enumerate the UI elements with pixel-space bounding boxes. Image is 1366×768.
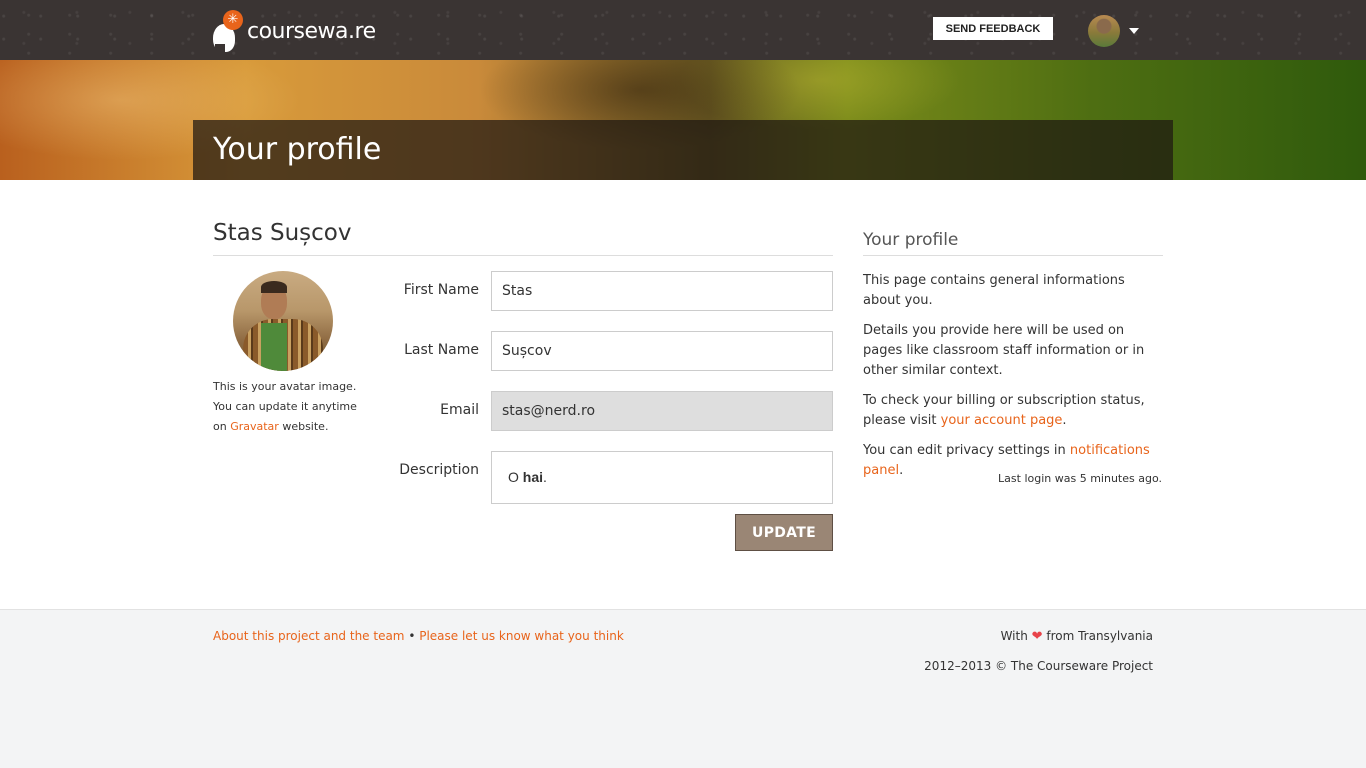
gravatar-link[interactable]: Gravatar xyxy=(230,420,279,433)
avatar-note-text-end: website. xyxy=(278,420,329,433)
logo-text: coursewa.re xyxy=(247,18,376,44)
footer-links: About this project and the team • Please… xyxy=(213,629,624,643)
avatar-note: This is your avatar image. You can updat… xyxy=(213,377,363,437)
profile-name-heading: Stas Sușcov xyxy=(213,220,833,256)
update-button[interactable]: UPDATE xyxy=(735,514,833,551)
chevron-down-icon[interactable] xyxy=(1129,28,1139,34)
sidebar-p4-text: You can edit privacy settings in xyxy=(863,443,1070,458)
footer-separator: • xyxy=(404,629,420,643)
sidebar-paragraph-3: To check your billing or subscription st… xyxy=(863,391,1163,431)
email-field xyxy=(491,391,833,431)
first-name-field[interactable] xyxy=(491,271,833,311)
footer-with-text: With xyxy=(1000,629,1032,643)
copyright: 2012–2013 © The Courseware Project xyxy=(924,659,1153,673)
logo[interactable]: ✳ coursewa.re xyxy=(213,10,376,53)
description-text-end: . xyxy=(543,469,547,485)
footer-from-text: from Transylvania xyxy=(1042,629,1153,643)
sidebar-paragraph-1: This page contains general informations … xyxy=(863,273,1125,308)
sidebar-p3-end: . xyxy=(1062,413,1067,428)
heart-icon: ❤ xyxy=(1031,629,1043,644)
hero-banner: Your profile xyxy=(0,60,1366,180)
email-label: Email xyxy=(440,402,479,418)
logo-icon: ✳ xyxy=(213,10,243,53)
footer: About this project and the team • Please… xyxy=(0,611,1366,768)
avatar-tee xyxy=(261,323,287,371)
account-page-link[interactable]: your account page xyxy=(941,413,1063,428)
last-login-text: Last login was 5 minutes ago. xyxy=(998,472,1162,485)
description-editor[interactable]: O hai. xyxy=(491,451,833,504)
about-project-link[interactable]: About this project and the team xyxy=(213,629,405,643)
description-bold-text: hai xyxy=(522,469,544,485)
sidebar-paragraph-2: Details you provide here will be used on… xyxy=(863,323,1145,378)
send-feedback-button[interactable]: SEND FEEDBACK xyxy=(933,17,1053,40)
last-name-field[interactable] xyxy=(491,331,833,371)
main-content: Stas Sușcov This is your avatar image. Y… xyxy=(0,180,1366,610)
page-title: Your profile xyxy=(213,132,382,167)
profile-avatar xyxy=(233,271,333,371)
description-text: O xyxy=(508,469,523,485)
asterisk-sun-icon: ✳ xyxy=(223,10,243,30)
last-name-label: Last Name xyxy=(404,342,479,358)
avatar-hair xyxy=(261,281,287,293)
user-avatar[interactable] xyxy=(1088,15,1120,47)
description-label: Description xyxy=(399,462,479,478)
hero-title-box: Your profile xyxy=(193,120,1173,180)
top-navbar: ✳ coursewa.re SEND FEEDBACK xyxy=(0,0,1366,60)
first-name-label: First Name xyxy=(403,282,479,298)
footer-credit: With ❤ from Transylvania xyxy=(1001,629,1153,644)
sidebar-title: Your profile xyxy=(863,230,1163,256)
feedback-link[interactable]: Please let us know what you think xyxy=(419,629,624,643)
navbar-texture xyxy=(0,0,1366,60)
